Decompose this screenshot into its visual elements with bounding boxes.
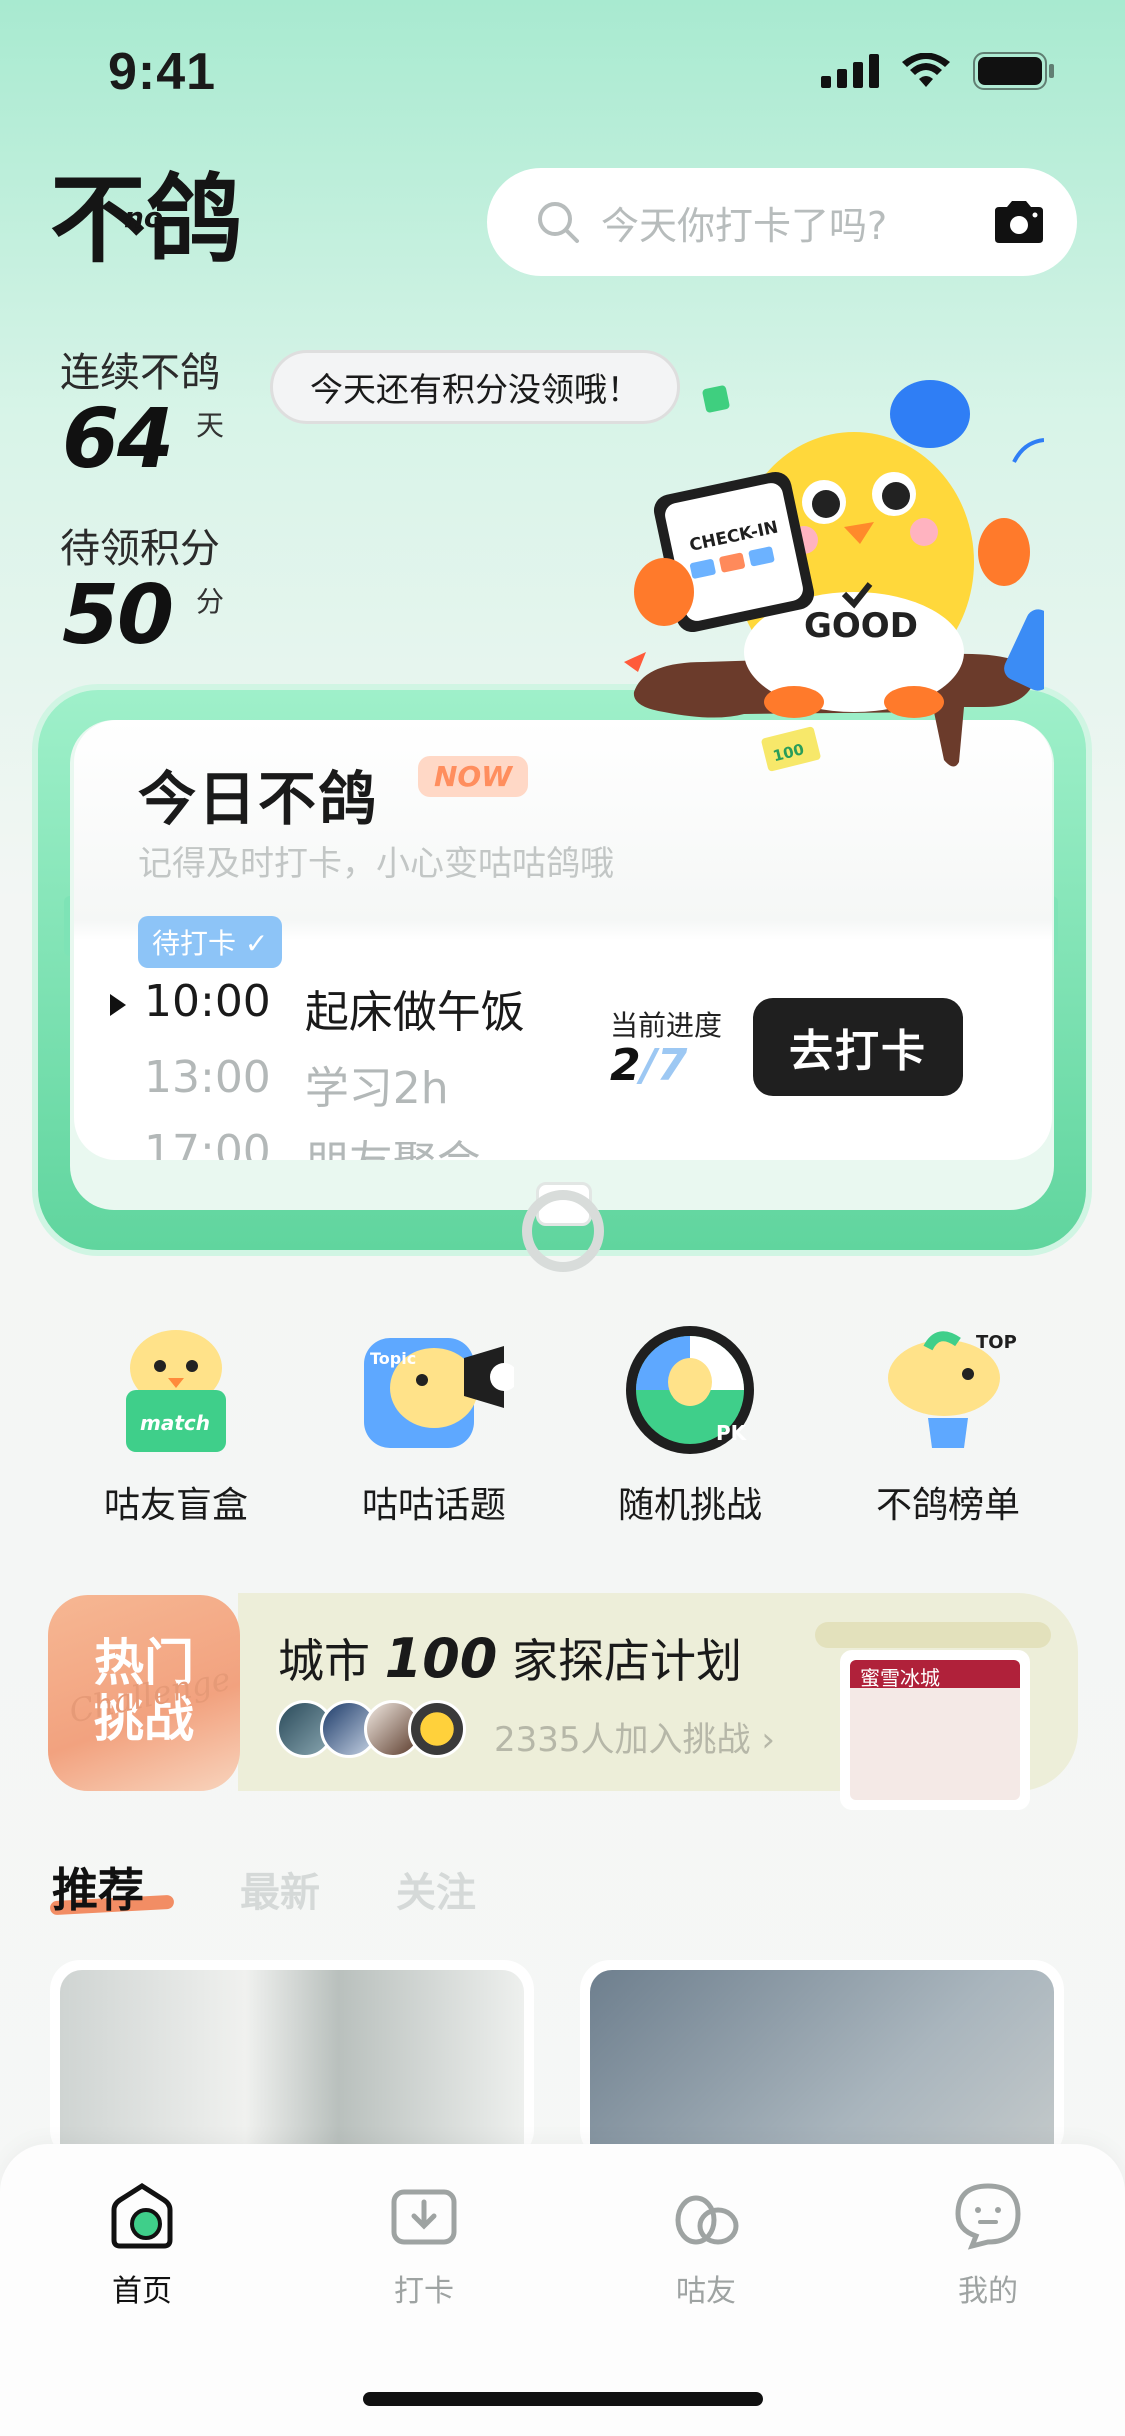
nav-label: 首页 <box>112 2274 172 2309</box>
banner-title: 城市 100 家探店计划 <box>278 1625 742 1691</box>
friends-icon <box>675 2195 739 2245</box>
pk-wheel-icon: PK <box>626 1326 754 1454</box>
joined-count: 2335人加入挑战 <box>494 1720 751 1760</box>
joined-count-link[interactable]: 2335人加入挑战 › <box>494 1712 775 1761</box>
points-label: 待领积分 <box>60 526 220 572</box>
schedule-row[interactable]: 10:00 起床做午饭 <box>144 976 525 1040</box>
shop-photo-card[interactable]: 蜜雪冰城 <box>840 1650 1030 1810</box>
progress-done: 2 <box>610 1040 641 1091</box>
banner-title-suffix: 家探店计划 <box>511 1634 742 1688</box>
nav-profile[interactable]: 我的 <box>918 2180 1058 2310</box>
checkin-button[interactable]: 去打卡 <box>753 998 963 1096</box>
topic-icon: Topic <box>364 1338 518 1448</box>
home-icon <box>111 2183 173 2249</box>
nav-label: 我的 <box>958 2274 1018 2309</box>
feature-label: 不鸽榜单 <box>875 1485 1020 1526</box>
progress-value: 2/7 <box>610 1040 687 1091</box>
card-ring-handle[interactable] <box>522 1190 604 1272</box>
nav-home[interactable]: 首页 <box>72 2180 212 2310</box>
feature-random-challenge[interactable]: PK 随机挑战 <box>580 1318 800 1528</box>
schedule-time: 13:00 <box>144 1052 271 1103</box>
shop-photo: 蜜雪冰城 <box>850 1660 1020 1800</box>
search-icon <box>538 202 579 243</box>
blind-box-icon: match <box>126 1330 226 1452</box>
pending-tag-label: 待打卡 <box>152 927 237 960</box>
schedule-time: 10:00 <box>144 976 271 1027</box>
battery-icon <box>973 52 1054 90</box>
today-card-title: 今日不鸽 <box>138 765 379 833</box>
points-unit: 分 <box>196 585 225 618</box>
search-bar[interactable]: 今天你打卡了吗? <box>487 168 1077 276</box>
participant-avatars <box>276 1700 466 1758</box>
now-tag: NOW <box>418 756 529 797</box>
streak-unit: 天 <box>196 409 225 442</box>
banner-title-prefix: 城市 <box>278 1634 370 1688</box>
tab-latest[interactable]: 最新 <box>240 1860 320 1918</box>
points-reminder-bubble[interactable]: 今天还有积分没领哦！ <box>270 350 680 424</box>
tab-following[interactable]: 关注 <box>396 1860 476 1918</box>
shop-name: 蜜雪冰城 <box>860 1666 940 1690</box>
shop-hanger <box>815 1622 1051 1648</box>
banner-title-number: 100 <box>384 1627 498 1690</box>
feature-label: 随机挑战 <box>617 1485 762 1526</box>
schedule-task: 朋友聚会 <box>305 1126 481 1160</box>
signal-icon <box>821 54 879 88</box>
feature-label: 咕咕话题 <box>361 1485 506 1526</box>
feed-card-image <box>60 1970 524 2160</box>
search-placeholder[interactable]: 今天你打卡了吗? <box>601 195 991 250</box>
today-card-subtitle: 记得及时打卡，小心变咕咕鸽哦 <box>138 844 614 884</box>
leaderboard-icon: TOP <box>888 1331 1017 1448</box>
check-icon: ✓ <box>244 927 269 960</box>
schedule-task: 起床做午饭 <box>304 987 525 1038</box>
feature-topic[interactable]: Topic 咕咕话题 <box>324 1318 544 1528</box>
feed-card[interactable] <box>50 1960 534 2160</box>
schedule-row[interactable]: 17:00 朋友聚会 <box>144 1126 481 1160</box>
profile-icon <box>955 2183 1021 2250</box>
nav-label: 打卡 <box>394 2274 454 2309</box>
tab-recommended[interactable]: 推荐 <box>52 1854 144 1920</box>
streak-label: 连续不鸽 <box>60 350 220 396</box>
pk-tag: PK <box>716 1421 748 1445</box>
schedule-row[interactable]: 13:00 学习2h <box>144 1052 449 1116</box>
nav-checkin[interactable]: 打卡 <box>354 2180 494 2310</box>
nav-label: 咕友 <box>676 2274 736 2309</box>
checkin-download-icon <box>391 2189 457 2245</box>
status-time: 9:41 <box>108 43 217 101</box>
logo-sub: no <box>124 201 163 234</box>
schedule-time: 17:00 <box>144 1126 271 1160</box>
wifi-icon <box>902 53 950 87</box>
chevron-right-icon: › <box>761 1720 775 1760</box>
schedule-task: 学习2h <box>304 1063 449 1114</box>
feed-card[interactable] <box>580 1960 1064 2160</box>
progress-total: /7 <box>640 1040 688 1091</box>
current-item-arrow-icon <box>110 994 126 1016</box>
mascot-shirt-text: GOOD <box>804 606 918 646</box>
feature-blind-box[interactable]: match 咕友盲盒 <box>66 1318 286 1528</box>
streak-value: 64 <box>62 392 174 487</box>
top-tag: TOP <box>976 1332 1017 1353</box>
camera-icon[interactable] <box>991 199 1047 245</box>
home-indicator[interactable] <box>363 2392 763 2406</box>
pending-tag: 待打卡 ✓ <box>138 916 283 968</box>
nav-friends[interactable]: 咕友 <box>636 2180 776 2310</box>
feed-card-image <box>590 1970 1054 2160</box>
points-value: 50 <box>62 568 174 663</box>
topic-tag: Topic <box>370 1349 416 1368</box>
feature-label: 咕友盲盒 <box>103 1485 248 1526</box>
feature-leaderboard[interactable]: TOP 不鸽榜单 <box>838 1318 1058 1528</box>
avatar <box>408 1700 466 1758</box>
mascot-chick-illustration: GOOD CHECK-IN 100 <box>624 362 1072 812</box>
app-logo: 不鸽 no <box>50 164 290 276</box>
blind-box-tag: match <box>140 1411 210 1435</box>
progress-label: 当前进度 <box>610 1009 723 1042</box>
status-icons <box>821 52 1055 90</box>
